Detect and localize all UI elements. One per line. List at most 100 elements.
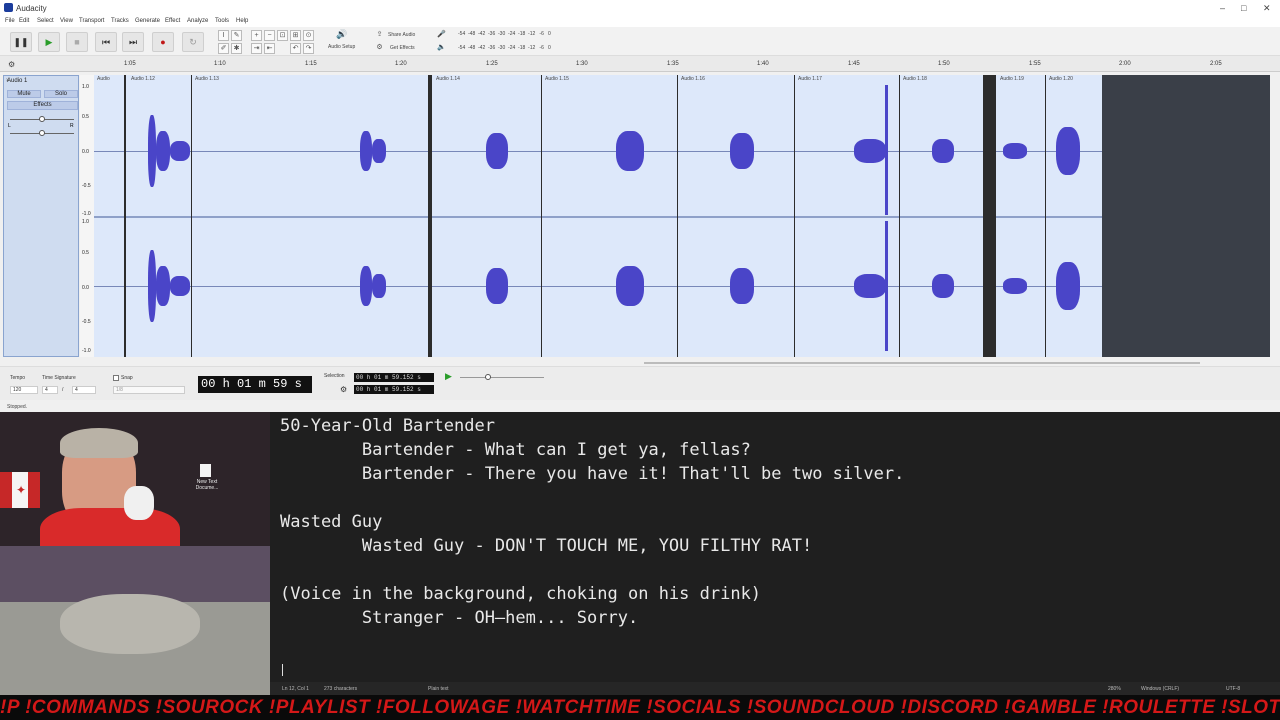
audio-setup-label[interactable]: Audio Setup: [328, 44, 355, 50]
notepad-editor[interactable]: 50-Year-Old Bartender Bartender - What c…: [270, 412, 1280, 695]
clip-name[interactable]: Audio 1.20: [1049, 76, 1073, 82]
play-meter-scale[interactable]: -54 -48 -42 -36 -30 -24 -18 -12 -6 0: [458, 45, 551, 51]
snap-checkbox[interactable]: [113, 375, 119, 381]
silence-icon[interactable]: ⇤: [264, 43, 275, 54]
skip-end-button[interactable]: ⏭: [122, 32, 144, 52]
redo-icon[interactable]: ↷: [303, 43, 314, 54]
clip-boundary[interactable]: [541, 75, 542, 357]
menu-view[interactable]: View: [60, 18, 73, 24]
envelope-tool-icon[interactable]: ✎: [231, 30, 242, 41]
solo-button[interactable]: Solo: [44, 90, 78, 98]
mute-button[interactable]: Mute: [7, 90, 41, 98]
clip-boundary[interactable]: [1102, 75, 1110, 357]
undo-icon[interactable]: ↶: [290, 43, 301, 54]
menu-analyze[interactable]: Analyze: [187, 18, 208, 24]
play-at-speed-icon[interactable]: ▶: [445, 371, 452, 382]
horizontal-scrollbar[interactable]: [644, 362, 1200, 364]
clip-boundary[interactable]: [428, 75, 432, 357]
track-name[interactable]: Audio 1: [7, 78, 27, 84]
clip-name[interactable]: Audio 1.19: [1000, 76, 1024, 82]
play-button[interactable]: ▶: [38, 32, 60, 52]
track-control-panel[interactable]: Audio 1 × Mute Solo Effects L R: [3, 75, 79, 357]
record-meter-scale[interactable]: -54 -48 -42 -36 -30 -24 -18 -12 -6 0: [458, 31, 551, 37]
zoom-out-icon[interactable]: −: [264, 30, 275, 41]
zoom-level[interactable]: 280%: [1108, 686, 1121, 692]
maximize-button[interactable]: □: [1241, 3, 1246, 13]
selection-tool-icon[interactable]: I: [218, 30, 229, 41]
plugin-icon[interactable]: ⚙: [374, 43, 385, 54]
waveform-area[interactable]: Audio Audio 1.12 Audio 1.13 Audio 1.14 A…: [94, 75, 1270, 357]
pan-slider-thumb[interactable]: [39, 130, 45, 136]
clip-name[interactable]: Audio 1.16: [681, 76, 705, 82]
loop-button[interactable]: ↻: [182, 32, 204, 52]
playback-speed-thumb[interactable]: [485, 374, 491, 380]
stop-button[interactable]: ■: [66, 32, 88, 52]
tempo-input[interactable]: 120: [10, 386, 38, 394]
clip-name[interactable]: Audio 1.15: [545, 76, 569, 82]
text-line[interactable]: Bartender - What can I get ya, fellas?: [280, 440, 751, 460]
text-document-icon[interactable]: New Text Docume...: [190, 464, 220, 491]
record-button[interactable]: ●: [152, 32, 174, 52]
text-line[interactable]: Wasted Guy - DON'T TOUCH ME, YOU FILTHY …: [280, 536, 812, 556]
menu-tools[interactable]: Tools: [215, 18, 229, 24]
time-signature-denominator[interactable]: 4: [72, 386, 96, 394]
skip-start-button[interactable]: ⏮: [95, 32, 117, 52]
speaker-icon[interactable]: 🔊: [336, 30, 347, 41]
share-audio-label[interactable]: Share Audio: [388, 32, 415, 38]
multi-tool-icon[interactable]: ✱: [231, 43, 242, 54]
pause-button[interactable]: ❚❚: [10, 32, 32, 52]
text-line[interactable]: 50-Year-Old Bartender: [280, 416, 495, 436]
effects-button[interactable]: Effects: [7, 101, 78, 110]
microphone-icon[interactable]: 🎤: [436, 30, 447, 41]
menu-tracks[interactable]: Tracks: [111, 18, 129, 24]
clip-boundary[interactable]: [794, 75, 795, 357]
clip-name[interactable]: Audio 1.13: [195, 76, 219, 82]
snap-dropdown[interactable]: 1/8: [113, 386, 185, 394]
playback-speed-slider[interactable]: [460, 377, 544, 378]
selection-toolbar: Tempo 120 Time Signature 4 / 4 Snap 1/8 …: [0, 366, 1280, 400]
menu-transport[interactable]: Transport: [79, 18, 104, 24]
clip-boundary[interactable]: [124, 75, 126, 357]
clip-boundary[interactable]: [983, 75, 996, 357]
minimize-button[interactable]: –: [1220, 3, 1225, 13]
fit-project-icon[interactable]: ⊞: [290, 30, 301, 41]
share-icon[interactable]: ⇪: [374, 30, 385, 41]
playback-meter-icon[interactable]: 🔈: [436, 43, 447, 54]
time-display[interactable]: 00 h 01 m 59 s: [198, 376, 312, 393]
clip-name[interactable]: Audio 1.12: [131, 76, 155, 82]
clip-boundary[interactable]: [899, 75, 900, 357]
menu-help[interactable]: Help: [236, 18, 248, 24]
get-effects-label[interactable]: Get Effects: [390, 45, 415, 51]
menu-generate[interactable]: Generate: [135, 18, 160, 24]
timeline-options-icon[interactable]: ⚙: [8, 60, 15, 69]
trim-icon[interactable]: ⇥: [251, 43, 262, 54]
clip-name[interactable]: Audio 1.14: [436, 76, 460, 82]
close-button[interactable]: ✕: [1263, 3, 1271, 14]
time-signature-numerator[interactable]: 4: [42, 386, 58, 394]
clip-name[interactable]: Audio 1.17: [798, 76, 822, 82]
menu-file[interactable]: File: [5, 18, 15, 24]
empty-track-region[interactable]: [1110, 75, 1270, 357]
clip-name[interactable]: Audio 1.18: [903, 76, 927, 82]
draw-tool-icon[interactable]: ✐: [218, 43, 229, 54]
zoom-toggle-icon[interactable]: ⊙: [303, 30, 314, 41]
selection-options-icon[interactable]: ⚙: [340, 385, 347, 394]
close-track-icon[interactable]: ×: [6, 78, 10, 84]
timeline-ruler[interactable]: ⚙ 1:05 1:10 1:15 1:20 1:25 1:30 1:35 1:4…: [0, 56, 1280, 72]
clip-boundary[interactable]: [191, 75, 192, 357]
zoom-in-icon[interactable]: +: [251, 30, 262, 41]
fit-selection-icon[interactable]: ⊡: [277, 30, 288, 41]
menu-select[interactable]: Select: [37, 18, 54, 24]
text-line[interactable]: (Voice in the background, choking on his…: [280, 584, 761, 604]
text-line[interactable]: Wasted Guy: [280, 512, 382, 532]
menu-effect[interactable]: Effect: [165, 18, 180, 24]
selection-start[interactable]: 00 h 01 m 59.152 s: [354, 373, 434, 382]
text-line[interactable]: Bartender - There you have it! That'll b…: [280, 464, 904, 484]
text-line[interactable]: Stranger - OH—hem... Sorry.: [280, 608, 638, 628]
clip-boundary[interactable]: [1045, 75, 1046, 357]
clip-name[interactable]: Audio: [97, 76, 110, 82]
gain-slider-thumb[interactable]: [39, 116, 45, 122]
selection-end[interactable]: 00 h 01 m 59.152 s: [354, 385, 434, 394]
menu-edit[interactable]: Edit: [19, 18, 29, 24]
clip-boundary[interactable]: [677, 75, 678, 357]
